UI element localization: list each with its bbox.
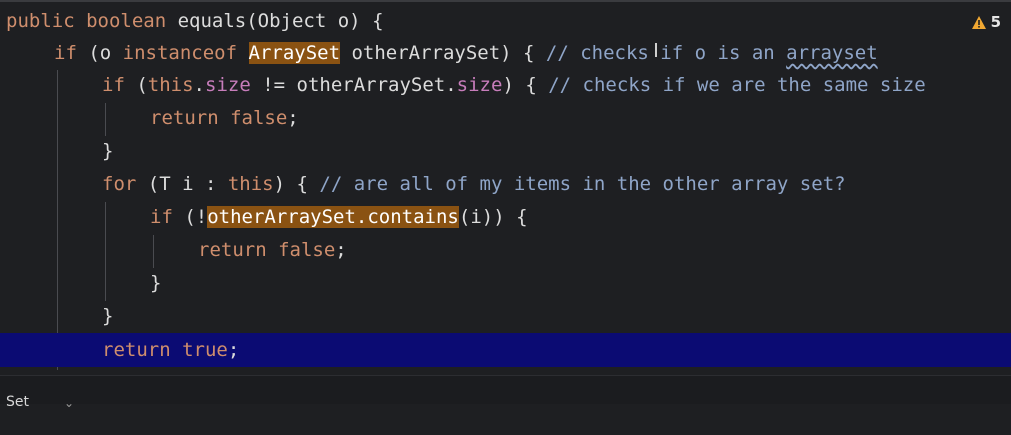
code-line[interactable]: if (this.size != otherArraySet.size) { /… xyxy=(0,69,1011,102)
token: public boolean xyxy=(6,10,178,32)
warning-count: 5 xyxy=(990,13,1001,31)
warnings-indicator[interactable]: 5 xyxy=(971,12,1001,32)
code-line[interactable]: } xyxy=(0,135,1011,168)
comment: // checks if o is an xyxy=(545,42,787,64)
search-highlight: ArraySet xyxy=(248,42,341,64)
search-highlight: otherArraySet.contains xyxy=(207,206,459,228)
token: instanceof xyxy=(122,42,238,64)
token: != otherArraySet. xyxy=(250,74,457,96)
token: equals xyxy=(177,10,247,32)
token: ) { xyxy=(273,173,320,195)
code-line[interactable]: return false; xyxy=(0,102,1011,135)
token: (! xyxy=(172,206,208,228)
bottom-panel: Set ⌄ xyxy=(0,375,1011,410)
token: ; xyxy=(287,107,299,129)
editor-top-border xyxy=(0,0,1011,2)
token: return false xyxy=(150,107,288,129)
code-editor[interactable]: public boolean equals(Object o) { if (o … xyxy=(0,0,1011,375)
code-line[interactable]: for (T i : this) { // are all of my item… xyxy=(0,168,1011,201)
field-ref: size xyxy=(205,74,251,96)
token: } xyxy=(102,305,114,327)
code-line[interactable]: } xyxy=(0,300,1011,333)
token: return true xyxy=(102,339,228,361)
comment: // checks if we are the same size xyxy=(548,74,926,96)
code-line[interactable]: return false; xyxy=(0,234,1011,267)
token: if xyxy=(150,206,173,228)
token: (Object o) { xyxy=(246,10,384,32)
token: ; xyxy=(227,339,240,361)
code-line[interactable]: if (!otherArraySet.contains(i)) { xyxy=(0,201,1011,234)
token: } xyxy=(102,140,114,162)
token: } xyxy=(150,272,162,294)
token: ; xyxy=(335,239,347,261)
code-line[interactable]: } xyxy=(0,267,1011,300)
token: if xyxy=(102,74,125,96)
comment: // are all of my items in the other arra… xyxy=(319,173,846,195)
field-ref: size xyxy=(456,74,503,96)
token: otherArraySet) { xyxy=(340,42,546,64)
mouse-cursor xyxy=(655,43,657,57)
token: this xyxy=(227,173,274,195)
token: if xyxy=(54,42,77,64)
token: (i)) { xyxy=(458,206,528,228)
chevron-down-icon[interactable]: ⌄ xyxy=(64,396,74,410)
token: this xyxy=(147,74,194,96)
code-line[interactable]: if (o instanceof ArraySet otherArraySet)… xyxy=(0,37,1011,70)
typo-warning[interactable]: arrayset xyxy=(786,42,878,64)
current-code-line[interactable]: return true; xyxy=(0,333,1011,367)
token: ( xyxy=(124,74,148,96)
token: for xyxy=(102,173,137,195)
code-line[interactable]: public boolean equals(Object o) { xyxy=(0,5,1011,38)
token: return false xyxy=(198,239,336,261)
token: (o xyxy=(76,42,123,64)
token: ) { xyxy=(502,74,549,96)
bottom-label: Set xyxy=(6,394,29,410)
warning-icon xyxy=(971,15,986,29)
token: . xyxy=(193,74,205,96)
token: (T i : xyxy=(136,173,228,195)
